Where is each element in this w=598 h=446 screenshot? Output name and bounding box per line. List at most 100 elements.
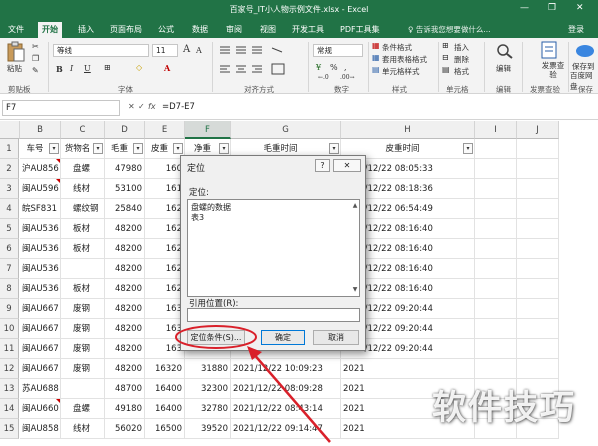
underline-button[interactable]: U <box>84 64 91 73</box>
table-cell[interactable] <box>475 259 517 279</box>
table-cell[interactable] <box>61 259 105 279</box>
table-cell[interactable]: 163 <box>145 299 185 319</box>
tab-insert[interactable]: 插入 <box>74 22 98 38</box>
minimize-button[interactable]: — <box>520 3 529 13</box>
login-link[interactable]: 登录 <box>568 24 584 35</box>
table-cell[interactable] <box>475 319 517 339</box>
table-cell[interactable]: 48200 <box>105 259 145 279</box>
delete-cells-button[interactable]: 删除 <box>454 54 469 65</box>
row-header[interactable]: 15 <box>0 419 19 439</box>
table-cell[interactable]: 闽AU536 <box>20 279 61 299</box>
tab-file[interactable]: 文件 <box>4 22 28 38</box>
row-header[interactable]: 14 <box>0 399 19 419</box>
filter-dropdown-icon[interactable]: ▾ <box>219 143 229 154</box>
row-header[interactable]: 11 <box>0 339 19 359</box>
table-cell[interactable]: 废钢 <box>61 299 105 319</box>
font-color-icon[interactable]: A <box>164 63 170 73</box>
column-header-b[interactable]: B <box>20 121 61 139</box>
table-cell[interactable]: 16400 <box>145 399 185 419</box>
table-cell[interactable]: 板材 <box>61 279 105 299</box>
table-cell[interactable] <box>517 259 559 279</box>
table-cell[interactable]: 闽AU858 <box>20 419 61 439</box>
tab-view[interactable]: 视图 <box>256 22 280 38</box>
table-cell[interactable]: 2021/12/22 08:43:14 <box>231 399 341 419</box>
table-cell[interactable]: 闽AU536 <box>20 259 61 279</box>
conditional-format-button[interactable]: 条件格式 <box>382 42 412 53</box>
table-cell[interactable]: 2021/12/22 09:14:47 <box>231 419 341 439</box>
table-cell[interactable]: 苏AU688 <box>20 379 61 399</box>
select-all-corner[interactable] <box>0 121 20 139</box>
format-painter-icon[interactable]: ✎ <box>32 66 39 75</box>
number-format-select[interactable]: 常规 <box>313 44 363 57</box>
row-header[interactable]: 3 <box>0 179 19 199</box>
table-cell[interactable] <box>61 379 105 399</box>
table-cell[interactable] <box>517 319 559 339</box>
paste-button[interactable]: 粘贴 <box>7 63 22 74</box>
column-header-g[interactable]: G <box>231 121 341 139</box>
table-cell[interactable]: 48200 <box>105 299 145 319</box>
invoice-check-button[interactable]: 发票查验 <box>540 61 566 79</box>
row-header[interactable]: 5 <box>0 219 19 239</box>
dialog-close-button[interactable]: ✕ <box>333 159 361 172</box>
table-cell[interactable]: 16400 <box>145 379 185 399</box>
table-format-button[interactable]: 套用表格格式 <box>382 54 427 65</box>
table-cell[interactable]: 皖SF831 <box>20 199 61 219</box>
table-cell[interactable]: 废钢 <box>61 339 105 359</box>
column-header-c[interactable]: C <box>61 121 105 139</box>
table-cell[interactable] <box>475 359 517 379</box>
decrease-decimal-icon[interactable]: .00→ <box>340 74 355 81</box>
table-cell[interactable]: 48200 <box>105 219 145 239</box>
row-header[interactable]: 13 <box>0 379 19 399</box>
enter-icon[interactable]: ✓ <box>138 102 145 111</box>
table-cell[interactable]: 盘螺 <box>61 399 105 419</box>
table-cell[interactable] <box>475 179 517 199</box>
tab-home[interactable]: 开始 <box>38 22 62 38</box>
table-cell[interactable]: 板材 <box>61 239 105 259</box>
column-header-f[interactable]: F <box>185 121 231 139</box>
bold-button[interactable]: B <box>56 64 63 74</box>
table-cell[interactable] <box>475 219 517 239</box>
table-cell[interactable]: 163 <box>145 339 185 359</box>
restore-button[interactable]: ❐ <box>548 3 556 13</box>
tab-data[interactable]: 数据 <box>188 22 212 38</box>
filter-dropdown-icon[interactable]: ▾ <box>173 143 183 154</box>
table-cell[interactable]: 162 <box>145 199 185 219</box>
alignment-icons[interactable] <box>218 44 298 80</box>
row-header[interactable]: 7 <box>0 259 19 279</box>
table-cell[interactable]: 39520 <box>185 419 231 439</box>
table-cell[interactable]: 2021 <box>341 359 475 379</box>
ok-button[interactable]: 确定 <box>261 330 305 345</box>
column-header-j[interactable]: J <box>517 121 559 139</box>
row-header[interactable]: 2 <box>0 159 19 179</box>
row-header[interactable]: 1 <box>0 139 19 159</box>
scroll-up-icon[interactable]: ▲ <box>350 202 360 212</box>
goto-special-button[interactable]: 定位条件(S)... <box>187 330 245 345</box>
formula-input[interactable]: =D7-E7 <box>160 100 594 116</box>
italic-button[interactable]: I <box>70 64 73 73</box>
table-cell[interactable] <box>517 179 559 199</box>
filter-dropdown-icon[interactable]: ▾ <box>329 143 339 154</box>
invoice-check-icon[interactable] <box>538 41 560 59</box>
table-cell[interactable]: 闽AU536 <box>20 239 61 259</box>
filter-dropdown-icon[interactable]: ▾ <box>93 143 103 154</box>
cut-icon[interactable]: ✂ <box>32 42 39 51</box>
table-cell[interactable]: 48700 <box>105 379 145 399</box>
table-cell[interactable]: 48200 <box>105 239 145 259</box>
table-cell[interactable] <box>517 339 559 359</box>
table-cell[interactable]: 48200 <box>105 279 145 299</box>
row-header[interactable]: 6 <box>0 239 19 259</box>
table-cell[interactable]: 闽AU660 <box>20 399 61 419</box>
table-cell[interactable]: 16320 <box>145 359 185 379</box>
name-box[interactable]: F7 <box>2 100 120 116</box>
shrink-font-icon[interactable]: A <box>196 46 202 55</box>
table-cell[interactable]: 16500 <box>145 419 185 439</box>
table-cell[interactable] <box>475 199 517 219</box>
table-cell[interactable] <box>475 239 517 259</box>
comma-icon[interactable]: , <box>344 63 347 72</box>
reference-input[interactable] <box>187 308 360 322</box>
table-cell[interactable]: 162 <box>145 239 185 259</box>
table-header-cell[interactable] <box>475 139 517 159</box>
table-cell[interactable]: 闽AU596 <box>20 179 61 199</box>
tab-review[interactable]: 审阅 <box>222 22 246 38</box>
cancel-icon[interactable]: ✕ <box>128 102 135 111</box>
